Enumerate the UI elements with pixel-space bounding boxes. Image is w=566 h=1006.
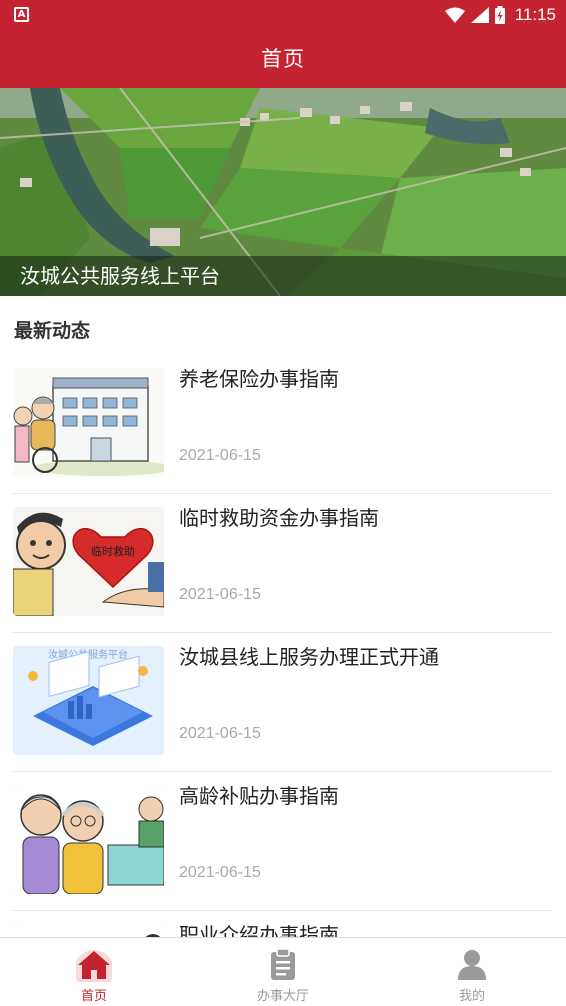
news-thumbnail: 临时救助 (13, 507, 164, 616)
news-item[interactable]: 汝城公共服务平台 汝城县线上服务办理正式开通 2021-06-15 (13, 633, 552, 772)
nav-tab-service-hall[interactable]: 办事大厅 (223, 938, 343, 1006)
battery-icon (494, 6, 505, 24)
news-title: 汝城县线上服务办理正式开通 (179, 645, 439, 669)
home-icon (76, 950, 112, 982)
nav-label-mine: 我的 (458, 989, 485, 1004)
news-thumbnail: 汝城公共服务平台 (13, 646, 164, 755)
elderly-pension-illustration (13, 368, 164, 477)
banner-caption: 汝城公共服务线上平台 (20, 264, 220, 288)
news-title: 养老保险办事指南 (179, 367, 339, 391)
news-thumbnail (13, 785, 164, 894)
relief-label: 临时救助 (91, 544, 135, 558)
app-bar: 首页 (0, 30, 566, 88)
nav-label-home: 首页 (80, 989, 107, 1004)
news-date: 2021-06-15 (179, 864, 261, 881)
nav-tab-home[interactable]: 首页 (34, 938, 154, 1006)
online-platform-illustration: 汝城公共服务平台 (13, 646, 164, 755)
nav-tab-mine[interactable]: 我的 (412, 938, 532, 1006)
senior-subsidy-illustration (13, 785, 164, 894)
bottom-navigation: 首页 办事大厅 我的 (0, 937, 566, 1006)
news-date: 2021-06-15 (179, 725, 261, 742)
status-icons: 11:15 (444, 4, 556, 26)
signal-icon (470, 7, 489, 23)
wifi-icon (444, 7, 465, 23)
user-icon (458, 950, 486, 980)
section-title-latest-news: 最新动态 (14, 320, 91, 342)
news-item[interactable]: 养老保险办事指南 2021-06-15 (13, 355, 552, 494)
banner-image[interactable]: 汝城公共服务线上平台 (0, 88, 566, 296)
status-bar: A 11:15 (0, 0, 566, 30)
news-thumbnail (13, 368, 164, 477)
news-item[interactable]: 临时救助 临时救助资金办事指南 2021-06-15 (13, 494, 552, 633)
news-item[interactable]: 高龄补贴办事指南 2021-06-15 (13, 772, 552, 911)
clipboard-icon (271, 948, 295, 980)
news-title: 临时救助资金办事指南 (179, 506, 379, 530)
news-title: 高龄补贴办事指南 (179, 784, 339, 808)
clock: 11:15 (514, 5, 556, 24)
app-notification-icon: A (14, 7, 29, 22)
news-date: 2021-06-15 (179, 447, 261, 464)
news-list: 养老保险办事指南 2021-06-15 临时救助 临时救助资金办事指南 2021… (0, 355, 566, 1006)
temporary-relief-illustration: 临时救助 (13, 507, 164, 616)
page-title: 首页 (261, 47, 305, 71)
nav-label-service-hall: 办事大厅 (256, 989, 309, 1004)
news-date: 2021-06-15 (179, 586, 261, 603)
